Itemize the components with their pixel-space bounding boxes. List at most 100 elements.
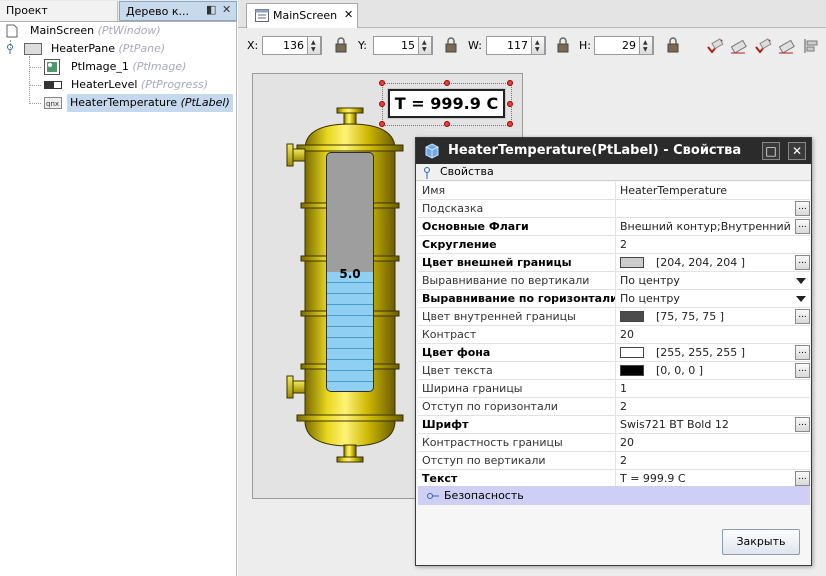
property-row[interactable]: Цвет фона [255, 255, 255 ]... (418, 344, 810, 362)
spin-arrows[interactable]: ▲ ▼ (531, 36, 545, 55)
resize-handle[interactable] (444, 80, 450, 86)
property-row[interactable]: Цвет текста [0, 0, 0 ]... (418, 362, 810, 380)
tree-expand-icon[interactable] (6, 44, 16, 54)
property-row[interactable]: Отступ по вертикали 2 (418, 452, 810, 470)
property-value[interactable]: 20 (620, 328, 795, 341)
property-row[interactable]: Выравнивание по вертикали По центру (418, 272, 810, 290)
property-value[interactable]: T = 999.9 C (620, 472, 795, 485)
dropdown-arrow-icon[interactable] (796, 296, 806, 302)
property-value[interactable]: По центру (620, 292, 795, 305)
tab-project[interactable]: Проект (0, 1, 118, 21)
resize-handle[interactable] (379, 80, 385, 86)
tree-item-label: HeaterTemperature (70, 96, 178, 109)
edit-ellipsis-button[interactable]: ... (795, 417, 810, 432)
h-label: H: (579, 39, 591, 52)
resize-handle[interactable] (379, 101, 385, 107)
expand-section-icon[interactable] (427, 492, 439, 500)
property-value[interactable]: 2 (620, 238, 795, 251)
level-fill (327, 272, 373, 391)
maximize-icon[interactable]: □ (762, 142, 780, 160)
lock-x-icon[interactable] (334, 37, 348, 53)
property-row[interactable]: Имя HeaterTemperature (418, 182, 810, 200)
close-panel-icon[interactable]: ✕ (222, 3, 231, 16)
x-input[interactable] (263, 37, 307, 54)
tree-connector (29, 103, 41, 104)
lock-w-icon[interactable] (556, 37, 570, 53)
resize-handle[interactable] (507, 80, 513, 86)
edit-ellipsis-button[interactable]: ... (795, 471, 810, 486)
close-tab-icon[interactable]: ✕ (344, 8, 353, 21)
resize-handle[interactable] (379, 121, 385, 127)
property-name: Подсказка (422, 202, 484, 215)
lock-h-icon[interactable] (666, 37, 680, 53)
property-value[interactable]: Внешний контур;Внутренний к... (620, 220, 795, 233)
spin-arrows[interactable]: ▲ ▼ (418, 36, 432, 55)
property-row[interactable]: Скругление 2 (418, 236, 810, 254)
property-row[interactable]: Ширина границы 1 (418, 380, 810, 398)
eraser-2-icon[interactable] (777, 37, 797, 55)
dialog-titlebar[interactable]: HeaterTemperature(PtLabel) - Свойства □ … (416, 138, 811, 164)
eraser-icon[interactable] (729, 37, 749, 55)
dropdown-arrow-icon[interactable] (796, 278, 806, 284)
column-divider (615, 380, 616, 398)
property-row[interactable]: Основные Флаги Внешний контур;Внутренний … (418, 218, 810, 236)
property-row[interactable]: Цвет внешней границы [204, 204, 204 ]... (418, 254, 810, 272)
column-divider (615, 362, 616, 380)
section-properties[interactable]: Свойства (416, 164, 811, 181)
heater-level-progress[interactable]: 5.0 (326, 152, 374, 392)
w-label: W: (468, 39, 482, 52)
property-value[interactable]: 2 (620, 400, 795, 413)
h-spinbox[interactable]: ▲▼ (594, 36, 654, 55)
minimize-panel-icon[interactable]: ◧ (206, 3, 216, 16)
align-icon[interactable] (802, 37, 822, 55)
property-value[interactable]: По центру (620, 274, 795, 287)
heater-temperature-label[interactable]: T = 999.9 C (387, 88, 506, 119)
w-spinbox[interactable]: ▲▼ (486, 36, 546, 55)
property-value[interactable]: 2 (620, 454, 795, 467)
edit-ellipsis-button[interactable]: ... (795, 309, 810, 324)
apply-size-icon[interactable] (753, 37, 773, 55)
property-value[interactable]: 20 (620, 436, 795, 449)
tab-component-tree[interactable]: Дерево к... (119, 1, 237, 21)
property-row[interactable]: Выравнивание по горизонтали По центру (418, 290, 810, 308)
spin-arrows[interactable]: ▲ ▼ (639, 36, 653, 55)
property-value[interactable]: 1 (620, 382, 795, 395)
property-value[interactable]: Swis721 BT Bold 12 (620, 418, 795, 431)
project-tree-panel: Проект Дерево к... ◧ ✕ MainScreen (PtWin… (0, 0, 237, 576)
resize-handle[interactable] (507, 101, 513, 107)
tree-item-type: (PtWindow) (97, 24, 161, 37)
section-security[interactable]: Безопасность (418, 486, 810, 505)
property-row[interactable]: Подсказка... (418, 200, 810, 218)
property-name: Ширина границы (422, 382, 523, 395)
h-input[interactable] (595, 37, 639, 54)
edit-ellipsis-button[interactable]: ... (795, 363, 810, 378)
y-input[interactable] (374, 37, 418, 54)
edit-ellipsis-button[interactable]: ... (795, 345, 810, 360)
column-divider (615, 218, 616, 236)
property-row[interactable]: Контрастность границы 20 (418, 434, 810, 452)
resize-handle[interactable] (507, 121, 513, 127)
property-row[interactable]: Цвет внутренней границы [75, 75, 75 ]... (418, 308, 810, 326)
property-name: Цвет текста (422, 364, 493, 377)
collapse-section-icon[interactable] (423, 167, 431, 179)
tab-mainscreen[interactable]: MainScreen ✕ (246, 3, 358, 28)
edit-ellipsis-button[interactable]: ... (795, 201, 810, 216)
apply-geometry-icon[interactable] (705, 37, 725, 55)
property-value[interactable]: HeaterTemperature (620, 184, 795, 197)
close-dialog-icon[interactable]: ✕ (788, 142, 806, 160)
y-spinbox[interactable]: ▲▼ (373, 36, 433, 55)
w-input[interactable] (487, 37, 531, 54)
property-row[interactable]: Отступ по горизонтали 2 (418, 398, 810, 416)
property-row[interactable]: Шрифт Swis721 BT Bold 12... (418, 416, 810, 434)
column-divider (615, 398, 616, 416)
column-divider (615, 254, 616, 272)
edit-ellipsis-button[interactable]: ... (795, 219, 810, 234)
lock-y-icon[interactable] (444, 37, 458, 53)
spin-arrows[interactable]: ▲ ▼ (307, 36, 321, 55)
x-spinbox[interactable]: ▲▼ (262, 36, 322, 55)
close-button[interactable]: Закрыть (722, 529, 800, 555)
property-row[interactable]: Контраст 20 (418, 326, 810, 344)
resize-handle[interactable] (444, 121, 450, 127)
edit-ellipsis-button[interactable]: ... (795, 255, 810, 270)
geometry-toolbar: X: ▲▼ Y: ▲▼ W: ▲▼ H: ▲▼ (238, 29, 826, 61)
